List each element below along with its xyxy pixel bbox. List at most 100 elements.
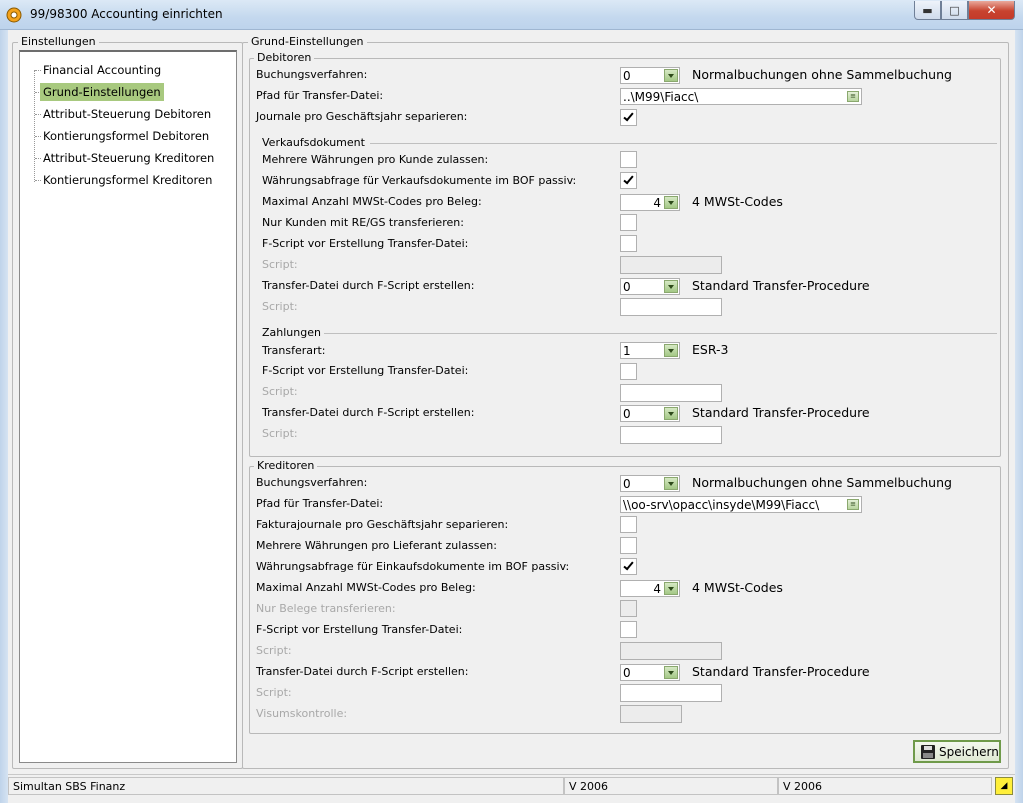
kred-buchungsverfahren-value: 0 [623,477,631,491]
chevron-down-icon[interactable] [664,344,678,357]
kred-fscript-vor-checkbox[interactable] [620,621,637,638]
zl-fscript-vor-label: F-Script vor Erstellung Transfer-Datei: [262,364,469,377]
chevron-down-icon[interactable] [664,196,678,209]
vk-script2-input[interactable] [620,298,722,316]
kred-faktura-checkbox[interactable] [620,516,637,533]
checkmark-icon [623,110,634,122]
status-version-2: V 2006 [778,777,992,795]
title-bar: 99/98300 Accounting einrichten ▬ □ ✕ [0,0,1023,30]
chevron-down-icon[interactable] [664,477,678,490]
settings-group-title: Einstellungen [18,35,99,48]
kred-nur-belege-label: Nur Belege transferieren: [256,602,396,615]
tree-item-grund-einstellungen[interactable]: Grund-Einstellungen [40,83,164,101]
kreditoren-title: Kreditoren [254,459,318,472]
kred-buchungsverfahren-combo[interactable]: 0 [620,475,680,492]
kred-script1-input [620,642,722,660]
gear-icon[interactable] [6,7,22,23]
kred-script2-input[interactable] [620,684,722,702]
floppy-disk-icon [921,744,935,759]
checkmark-icon [623,173,634,185]
deb-buchungsverfahren-desc: Normalbuchungen ohne Sammelbuchung [692,67,952,82]
deb-buchungsverfahren-combo[interactable]: 0 [620,67,680,84]
vk-transfer-desc: Standard Transfer-Procedure [692,278,870,293]
vk-mwst-combo[interactable]: 4 [620,194,680,211]
zl-transfer-label: Transfer-Datei durch F-Script erstellen: [262,406,475,419]
tree-item-attribut-steuerung-debitoren[interactable]: Attribut-Steuerung Debitoren [40,105,214,123]
browse-icon[interactable]: ≡ [847,91,859,102]
maximize-button[interactable]: □ [941,1,968,20]
checkmark-icon [623,559,634,571]
kred-buchungsverfahren-desc: Normalbuchungen ohne Sammelbuchung [692,475,952,490]
status-bar: Simultan SBS Finanz V 2006 V 2006 ◢ [8,774,1015,796]
kred-script2-label: Script: [256,686,292,699]
browse-icon[interactable]: ≡ [847,499,859,510]
kred-mehrere-label: Mehrere Währungen pro Lieferant zulassen… [256,539,497,552]
kred-transfer-label: Transfer-Datei durch F-Script erstellen: [256,665,469,678]
kred-script1-label: Script: [256,644,292,657]
minimize-button[interactable]: ▬ [914,1,941,20]
vk-transfer-label: Transfer-Datei durch F-Script erstellen: [262,279,475,292]
kred-transfer-desc: Standard Transfer-Procedure [692,664,870,679]
window-title: 99/98300 Accounting einrichten [30,7,223,21]
kred-mwst-combo[interactable]: 4 [620,580,680,597]
kred-abfrage-checkbox[interactable] [620,558,637,575]
kred-nur-belege-checkbox [620,600,637,617]
tree-item-financial-accounting[interactable]: Financial Accounting [40,61,164,79]
deb-pfad-label: Pfad für Transfer-Datei: [256,89,384,102]
deb-buchungsverfahren-value: 0 [623,69,631,83]
zl-script1-input[interactable] [620,384,722,402]
vk-mehrere-label: Mehrere Währungen pro Kunde zulassen: [262,153,489,166]
kred-abfrage-label: Währungsabfrage für Einkaufsdokumente im… [256,560,570,573]
chevron-down-icon[interactable] [664,407,678,420]
verkaufsdokument-separator [370,143,997,144]
chevron-down-icon[interactable] [664,666,678,679]
resize-grip-icon[interactable]: ◢ [995,777,1013,795]
deb-journale-checkbox[interactable] [620,109,637,126]
status-version-1: V 2006 [564,777,778,795]
status-app: Simultan SBS Finanz [8,777,564,795]
maximize-icon: □ [949,3,960,17]
vk-nur-kunden-checkbox[interactable] [620,214,637,231]
save-button[interactable]: Speichern [913,740,1001,763]
kred-transfer-combo[interactable]: 0 [620,664,680,681]
tree-item-kontierungsformel-debitoren[interactable]: Kontierungsformel Debitoren [40,127,212,145]
close-button[interactable]: ✕ [968,1,1015,20]
zl-transfer-combo[interactable]: 0 [620,405,680,422]
deb-pfad-value: ..\M99\Fiacc\ [623,90,699,104]
deb-pfad-field[interactable]: ..\M99\Fiacc\ ≡ [620,88,862,105]
kred-mehrere-checkbox[interactable] [620,537,637,554]
vk-nur-kunden-label: Nur Kunden mit RE/GS transferieren: [262,216,464,229]
vk-abfrage-checkbox[interactable] [620,172,637,189]
chevron-down-icon[interactable] [664,280,678,293]
zl-transferart-desc: ESR-3 [692,342,729,357]
vk-mwst-value: 4 [653,196,661,210]
zl-transfer-value: 0 [623,407,631,421]
kred-mwst-desc: 4 MWSt-Codes [692,580,783,595]
kred-pfad-value: \\oo-srv\opacc\insyde\M99\Fiacc\ [623,498,820,512]
tree-item-kontierungsformel-kreditoren[interactable]: Kontierungsformel Kreditoren [40,171,215,189]
tree-item-attribut-steuerung-kreditoren[interactable]: Attribut-Steuerung Kreditoren [40,149,217,167]
window-frame-right [1015,30,1023,803]
vk-mehrere-checkbox[interactable] [620,151,637,168]
zl-script2-input[interactable] [620,426,722,444]
settings-tree[interactable]: Financial Accounting Grund-Einstellungen… [19,50,237,763]
zahlungen-title: Zahlungen [262,326,321,339]
vk-fscript-vor-label: F-Script vor Erstellung Transfer-Datei: [262,237,469,250]
zl-fscript-vor-checkbox[interactable] [620,363,637,380]
zl-transferart-label: Transferart: [262,344,326,357]
vk-transfer-combo[interactable]: 0 [620,278,680,295]
zl-transferart-combo[interactable]: 1 [620,342,680,359]
vk-fscript-vor-checkbox[interactable] [620,235,637,252]
zl-script1-label: Script: [262,385,298,398]
vk-abfrage-label: Währungsabfrage für Verkaufsdokumente im… [262,174,577,187]
vk-mwst-desc: 4 MWSt-Codes [692,194,783,209]
kred-transfer-value: 0 [623,666,631,680]
chevron-down-icon[interactable] [664,69,678,82]
kred-pfad-field[interactable]: \\oo-srv\opacc\insyde\M99\Fiacc\ ≡ [620,496,862,513]
chevron-down-icon[interactable] [664,582,678,595]
kred-buchungsverfahren-label: Buchungsverfahren: [256,476,368,489]
zl-script2-label: Script: [262,427,298,440]
kred-faktura-label: Fakturajournale pro Geschäftsjahr separi… [256,518,509,531]
close-icon: ✕ [986,3,997,17]
minimize-icon: ▬ [922,3,933,17]
